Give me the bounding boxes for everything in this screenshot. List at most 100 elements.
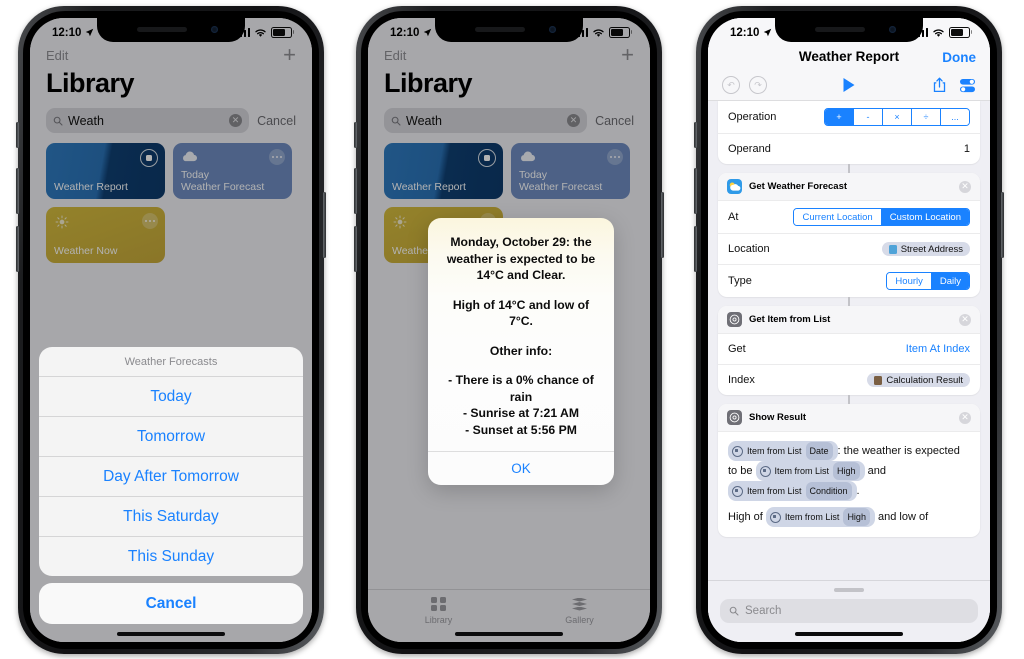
segment-custom-location[interactable]: Custom Location [881, 209, 969, 225]
volume-up-button[interactable] [694, 168, 697, 214]
segment-divide[interactable]: ÷ [912, 109, 941, 125]
close-icon[interactable]: ✕ [959, 411, 971, 424]
card-menu-icon[interactable] [269, 149, 285, 165]
action-search-input[interactable]: Search [720, 598, 978, 623]
show-result-text-field[interactable]: Item from List Date: the weather is expec… [718, 431, 980, 537]
close-icon[interactable]: ✕ [959, 313, 971, 326]
shortcut-editor-screen: Weather Report Done ↶ ↷ Operation + - × … [708, 18, 990, 642]
grid-icon [431, 596, 446, 612]
segment-daily[interactable]: Daily [931, 273, 969, 289]
variable-token-high-2[interactable]: Item from List High [765, 507, 875, 527]
undo-icon[interactable]: ↶ [722, 76, 740, 94]
location-arrow-icon [764, 28, 772, 37]
status-bar-time: 12:10 [390, 26, 420, 39]
variable-token-high-1[interactable]: Item from List High [755, 461, 865, 481]
action-row-type[interactable]: Type Hourly Daily [718, 264, 980, 297]
selected-badge-icon[interactable] [140, 149, 158, 167]
action-sheet-option-this-saturday[interactable]: This Saturday [39, 496, 303, 536]
stack-icon [572, 597, 587, 611]
action-connector [718, 395, 980, 404]
action-row-at[interactable]: At Current Location Custom Location [718, 200, 980, 233]
done-button[interactable]: Done [942, 50, 976, 65]
calculator-icon [874, 375, 883, 385]
drag-handle[interactable] [834, 588, 864, 592]
phone-1-screen: Edit + Library Weath ✕ Cancel Weather Re… [30, 18, 312, 642]
shortcut-card-weather-report[interactable]: Weather Report [46, 143, 165, 199]
front-camera [211, 26, 218, 33]
home-indicator[interactable] [455, 632, 563, 636]
segment-minus[interactable]: - [854, 109, 883, 125]
action-row-operand[interactable]: Operand 1 [718, 133, 980, 164]
wifi-icon [933, 28, 944, 37]
shortcut-card-weather-forecast[interactable]: Today Weather Forecast [511, 143, 630, 199]
location-segmented-control[interactable]: Current Location Custom Location [793, 208, 970, 226]
close-icon[interactable]: ✕ [959, 180, 971, 193]
action-card-show-result[interactable]: Show Result ✕ Item from List Date: the we… [718, 404, 980, 537]
edit-button[interactable]: Edit [384, 48, 406, 63]
action-sheet-cancel-button[interactable]: Cancel [39, 583, 303, 624]
card-label: Weather Report [392, 181, 466, 193]
search-input[interactable]: Weath ✕ [46, 108, 250, 133]
volume-up-button[interactable] [354, 168, 357, 214]
card-menu-icon[interactable] [142, 213, 158, 229]
edit-button[interactable]: Edit [46, 48, 68, 63]
get-mode-value[interactable]: Item At Index [906, 343, 970, 355]
mute-switch[interactable] [354, 122, 357, 148]
volume-down-button[interactable] [354, 226, 357, 272]
segment-multiply[interactable]: × [883, 109, 912, 125]
toggles-icon[interactable] [959, 78, 976, 93]
segment-more[interactable]: ... [941, 109, 969, 125]
redo-icon[interactable]: ↷ [749, 76, 767, 94]
volume-up-button[interactable] [16, 168, 19, 214]
segment-plus[interactable]: + [825, 109, 854, 125]
operand-value[interactable]: 1 [964, 143, 970, 155]
volume-down-button[interactable] [694, 226, 697, 272]
power-button[interactable] [661, 192, 664, 258]
shortcut-card-weather-now[interactable]: Weather Now [46, 207, 165, 263]
variable-pill-calculation-result[interactable]: Calculation Result [867, 373, 970, 387]
share-icon[interactable] [933, 77, 946, 93]
power-button[interactable] [1001, 192, 1004, 258]
add-shortcut-button[interactable]: + [621, 44, 634, 66]
cancel-search-button[interactable]: Cancel [257, 114, 296, 128]
mute-switch[interactable] [16, 122, 19, 148]
action-card-get-item-from-list[interactable]: Get Item from List ✕ Get Item At Index I… [718, 306, 980, 395]
selected-badge-icon[interactable] [478, 149, 496, 167]
action-card-calculation[interactable]: Operation + - × ÷ ... Operand 1 [718, 101, 980, 164]
editor-action-list[interactable]: Operation + - × ÷ ... Operand 1 Get Weat… [708, 101, 990, 580]
token-name: Item from List [774, 466, 830, 476]
action-row-get[interactable]: Get Item At Index [718, 333, 980, 364]
variable-pill-street-address[interactable]: Street Address [881, 242, 970, 256]
home-indicator[interactable] [795, 632, 903, 636]
cancel-search-button[interactable]: Cancel [595, 114, 634, 128]
action-row-operation[interactable]: Operation + - × ÷ ... [718, 101, 980, 133]
action-sheet-option-today[interactable]: Today [39, 376, 303, 416]
card-menu-icon[interactable] [607, 149, 623, 165]
action-row-location[interactable]: Location Street Address [718, 233, 980, 264]
play-icon[interactable] [843, 78, 855, 92]
action-sheet-option-tomorrow[interactable]: Tomorrow [39, 416, 303, 456]
variable-token-date[interactable]: Item from List Date [728, 441, 838, 461]
type-segmented-control[interactable]: Hourly Daily [886, 272, 970, 290]
card-label-line2: Weather Forecast [181, 181, 265, 193]
segment-hourly[interactable]: Hourly [887, 273, 932, 289]
action-sheet-option-this-sunday[interactable]: This Sunday [39, 536, 303, 576]
shortcut-card-weather-forecast[interactable]: Today Weather Forecast [173, 143, 292, 199]
home-indicator[interactable] [117, 632, 225, 636]
power-button[interactable] [323, 192, 326, 258]
operation-segmented-control[interactable]: + - × ÷ ... [824, 108, 970, 126]
action-sheet-option-day-after-tomorrow[interactable]: Day After Tomorrow [39, 456, 303, 496]
clear-search-icon[interactable]: ✕ [567, 114, 581, 127]
variable-token-condition[interactable]: Item from List Condition [728, 481, 857, 501]
action-row-index[interactable]: Index Calculation Result [718, 364, 980, 395]
shortcut-card-weather-report[interactable]: Weather Report [384, 143, 503, 199]
segment-current-location[interactable]: Current Location [794, 209, 882, 225]
mute-switch[interactable] [694, 122, 697, 148]
clear-search-icon[interactable]: ✕ [229, 114, 243, 127]
volume-down-button[interactable] [16, 226, 19, 272]
search-input[interactable]: Weath ✕ [384, 108, 588, 133]
add-shortcut-button[interactable]: + [283, 44, 296, 66]
alert-ok-button[interactable]: OK [428, 451, 614, 485]
action-card-get-weather-forecast[interactable]: Get Weather Forecast ✕ At Current Locati… [718, 173, 980, 297]
row-value: Current Location Custom Location [793, 208, 970, 226]
